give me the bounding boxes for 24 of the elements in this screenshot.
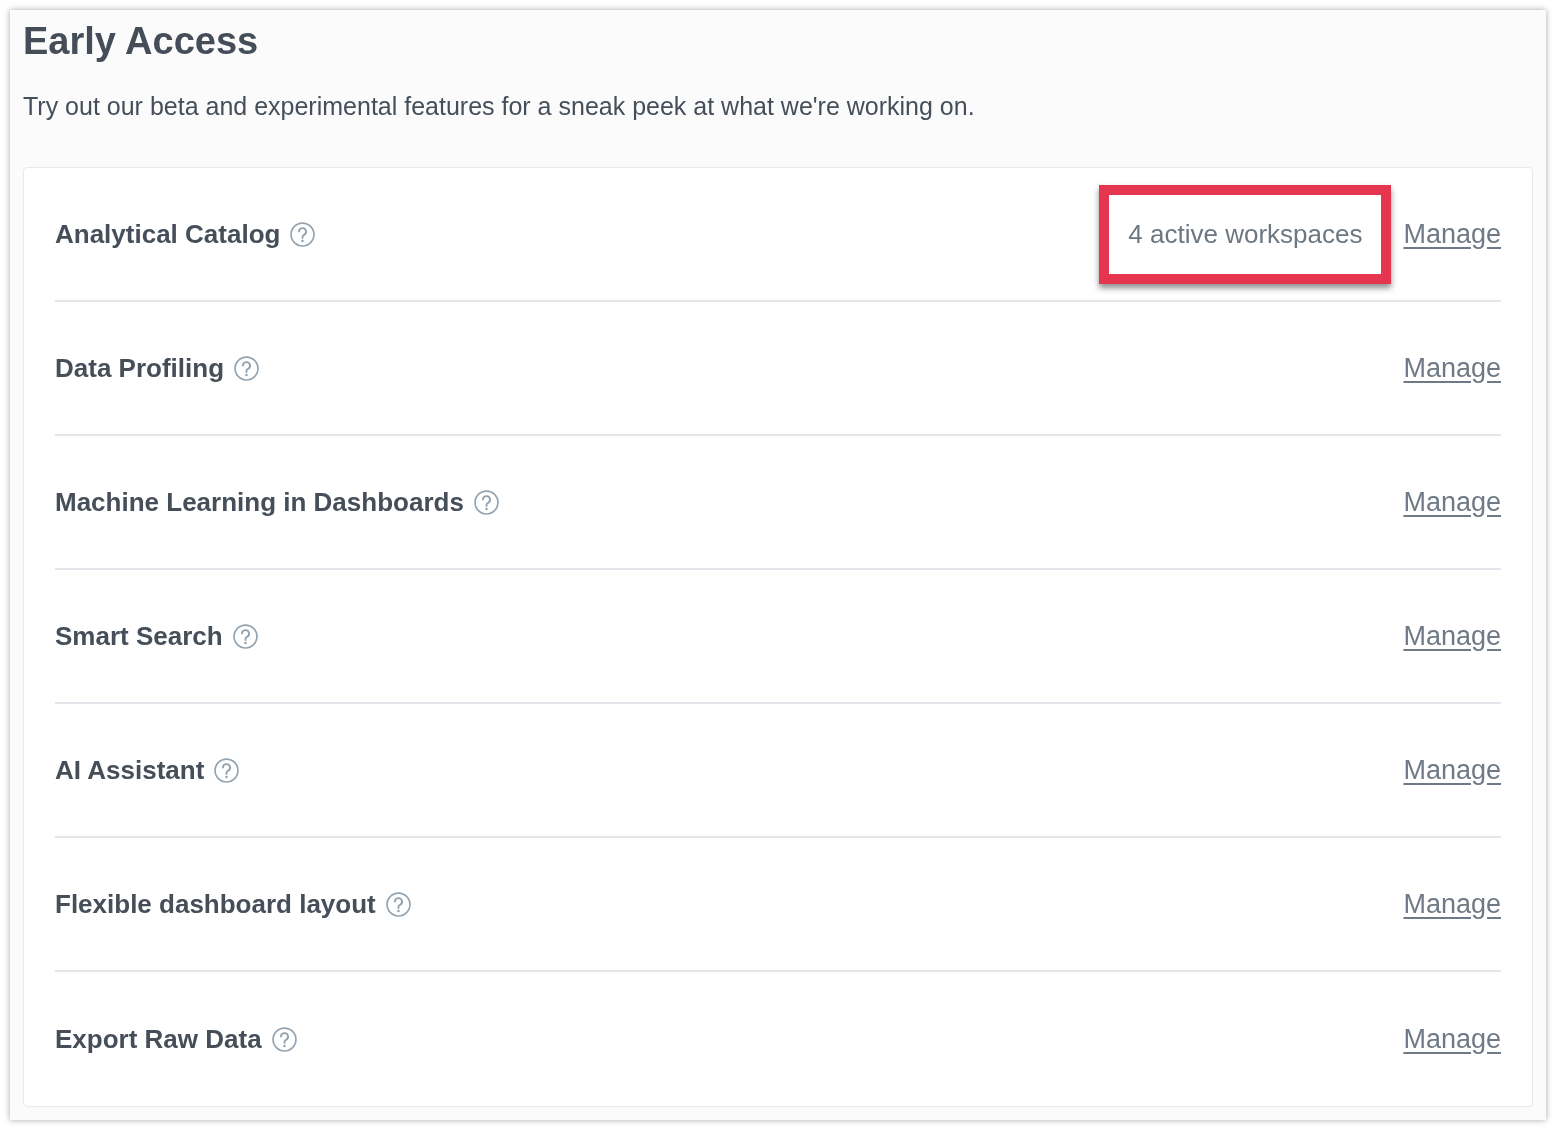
help-icon[interactable] <box>290 221 316 247</box>
help-icon[interactable] <box>232 623 258 649</box>
help-icon[interactable] <box>271 1026 297 1052</box>
help-icon[interactable] <box>473 489 499 515</box>
manage-link[interactable]: Manage <box>1403 749 1501 791</box>
page-description: Try out our beta and experimental features for a sneak peek at what we're working on. <box>23 91 976 122</box>
manage-link[interactable]: Manage <box>1403 883 1501 925</box>
manage-link[interactable]: Manage <box>1403 615 1501 657</box>
feature-name: Machine Learning in Dashboards <box>55 485 464 519</box>
feature-name: Export Raw Data <box>55 1022 262 1056</box>
feature-name: Smart Search <box>55 619 223 653</box>
feature-name: AI Assistant <box>55 753 205 787</box>
manage-link[interactable]: Manage <box>1403 1018 1501 1060</box>
feature-name: Analytical Catalog <box>55 217 281 251</box>
feature-name: Flexible dashboard layout <box>55 887 376 921</box>
help-icon[interactable] <box>234 355 259 381</box>
help-icon[interactable] <box>385 891 411 917</box>
manage-link[interactable]: Manage <box>1403 481 1501 523</box>
page-title: Early Access <box>23 19 260 64</box>
feature-name: Data Profiling <box>55 351 224 385</box>
manage-link[interactable]: Manage <box>1403 347 1501 389</box>
manage-link[interactable]: Manage <box>1403 213 1501 255</box>
highlighted-status-label: 4 active workspaces <box>1099 184 1392 284</box>
help-icon[interactable] <box>214 757 240 783</box>
